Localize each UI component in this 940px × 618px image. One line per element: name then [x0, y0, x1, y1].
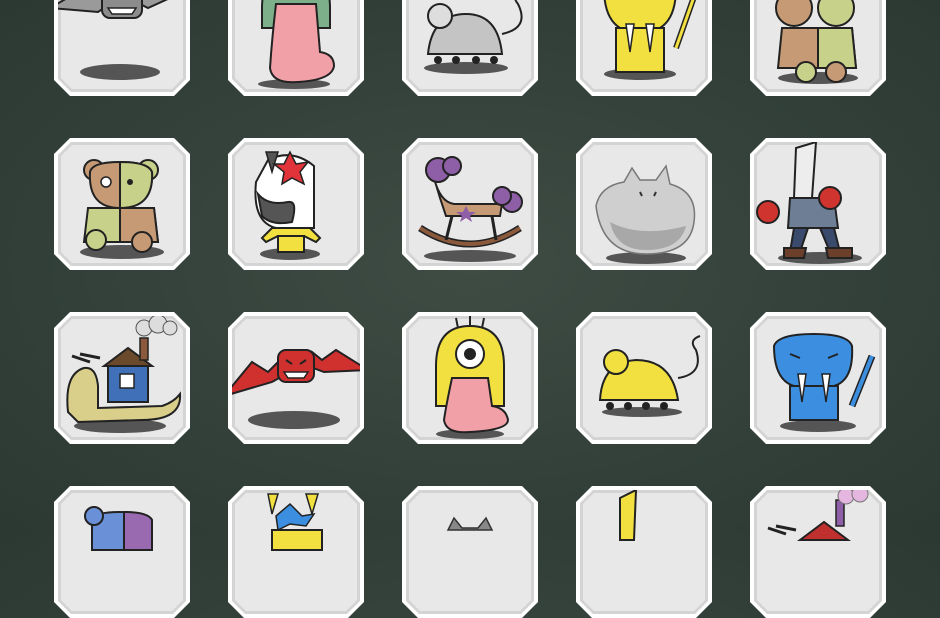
card-boxing-robot[interactable] — [750, 138, 886, 270]
card-tongue-cyclops-yellow[interactable] — [402, 312, 538, 444]
rocking-horse-icon — [418, 156, 523, 262]
card-house-snail[interactable] — [54, 312, 190, 444]
card-blue-zebra-unicorn[interactable] — [228, 486, 364, 618]
card-yellow-sabertooth-tiger[interactable] — [576, 0, 712, 96]
creature-grid — [0, 0, 940, 618]
tongue-cyclops-yellow-icon — [435, 316, 510, 439]
yellow-windup-mouse-icon — [598, 335, 701, 417]
card-yellow-windup-mouse[interactable] — [576, 312, 712, 444]
card-house-snail-2[interactable] — [750, 486, 886, 618]
card-blue-teddy-bear[interactable] — [54, 486, 190, 618]
yellow-sabertooth-tiger-icon — [602, 0, 705, 80]
card-tongue-cyclops-green[interactable] — [228, 0, 364, 96]
fluffy-white-cat-icon — [595, 164, 696, 264]
red-bat-monster-icon — [232, 348, 360, 429]
blue-teddy-bear-icon — [84, 506, 153, 551]
card-zebra-unicorn[interactable] — [228, 138, 364, 270]
house-snail-icon — [66, 316, 182, 433]
blue-zebra-unicorn-icon — [267, 493, 323, 551]
card-patched-teddy-bear-2[interactable] — [54, 138, 190, 270]
card-fluffy-white-cat[interactable] — [576, 138, 712, 270]
card-gray-windup-mouse[interactable] — [402, 0, 538, 96]
patched-teddy-bear-icon — [775, 0, 858, 84]
yellow-boxing-robot-icon — [619, 490, 638, 541]
tongue-cyclops-green-icon — [258, 0, 336, 89]
boxing-robot-icon — [756, 142, 862, 264]
house-snail-icon — [767, 490, 869, 541]
card-patched-teddy-bear[interactable] — [750, 0, 886, 96]
blue-sabertooth-tiger-icon — [772, 332, 876, 432]
card-yellow-boxing-robot[interactable] — [576, 486, 712, 618]
card-red-bat-monster[interactable] — [228, 312, 364, 444]
zebra-unicorn-icon — [254, 150, 322, 260]
card-blue-sabertooth-tiger[interactable] — [750, 312, 886, 444]
card-gray-cat[interactable] — [402, 486, 538, 618]
patched-teddy-bear-icon — [80, 159, 164, 259]
gray-windup-mouse-icon — [424, 0, 523, 74]
bat-monster-icon — [58, 0, 186, 80]
card-bat-monster[interactable] — [54, 0, 190, 96]
gray-cat-icon — [446, 516, 494, 531]
card-rocking-horse[interactable] — [402, 138, 538, 270]
